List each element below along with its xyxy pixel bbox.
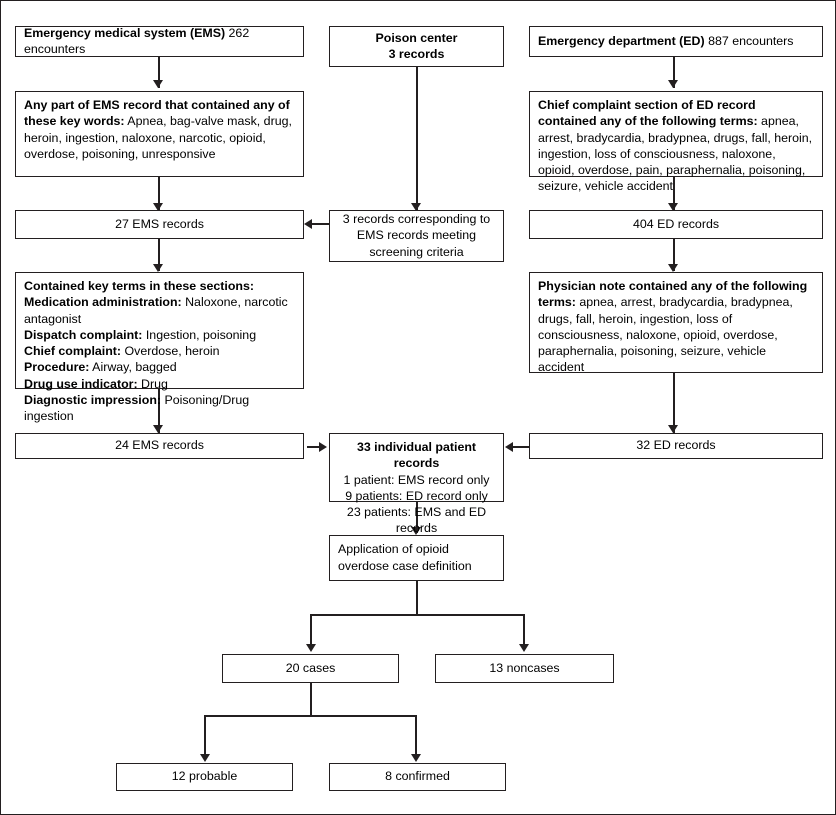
arrowhead-ed-source-to-chief [668,80,678,88]
case-definition-label: Application of opioid overdose case defi… [338,542,472,573]
ems-key-terms-row-label: Chief complaint: [24,344,122,359]
connector-cases20-down [310,683,313,716]
ems-key-terms-row: Dispatch complaint: Ingestion, poisoning [24,327,295,343]
noncases-13-label: 13 noncases [489,660,560,675]
connector-split-to-confirmed [415,715,418,759]
node-20-cases: 20 cases [222,654,399,683]
ed-source-label-rest: 887 encounters [704,33,794,48]
arrowhead-matched-to-ems27 [304,218,312,229]
poison-center-line1: Poison center [375,30,458,45]
arrowhead-ems-source-to-keywords [153,80,163,88]
ems-key-terms-row-value: Overdose, heroin [121,344,220,359]
ems-key-terms-row-value: Ingestion, poisoning [142,327,257,342]
ems-key-terms-row: Procedure: Airway, bagged [24,359,295,375]
ems-key-terms-row: Chief complaint: Overdose, heroin [24,343,295,359]
arrowhead-physician-to-ed32 [668,425,678,433]
split-bar-cases [310,614,525,617]
ems-key-terms-row-label: Diagnostic impression: [24,393,162,408]
node-ed-physician-note: Physician note contained any of the foll… [529,272,823,375]
node-ed-chief-complaint: Chief complaint section of ED record con… [529,91,823,193]
node-combined-33-records: 33 individual patient records 1 patient:… [329,433,504,535]
combined-33-row: 9 patients: ED record only [345,488,488,503]
cases-20-label: 20 cases [285,660,336,675]
arrowhead-split-to-cases20 [305,644,316,652]
node-ed-404-records: 404 ED records [529,210,823,239]
arrowhead-ems27-to-keyterms [153,264,163,272]
connector-matched-to-ems27 [311,223,329,226]
node-13-noncases: 13 noncases [435,654,614,683]
node-ems-27-records: 27 EMS records [15,210,304,239]
arrowhead-ems24-to-combined [319,441,327,452]
node-12-probable: 12 probable [116,763,293,791]
poison-center-line2: 3 records [388,47,445,61]
node-poison-matched-records: 3 records corresponding to EMS records m… [329,210,504,262]
ed-source-label-bold: Emergency department (ED) [538,33,705,48]
combined-33-row: 1 patient: EMS record only [343,472,490,487]
node-8-confirmed: 8 confirmed [329,763,506,791]
arrowhead-split-to-noncases13 [518,644,529,652]
node-ed-source: Emergency department (ED) 887 encounters [529,26,823,57]
poison-matched-records-label: 3 records corresponding to EMS records m… [342,212,491,259]
ed-chief-complaint-label-bold: Chief complaint section of ED record con… [538,98,758,129]
ems-key-terms-row-label: Dispatch complaint: [24,327,143,342]
ems-key-terms-row: Diagnostic impression: Poisoning/Drug in… [24,392,295,425]
connector-casedef-down [416,581,419,615]
combined-33-heading: 33 individual patient records [356,440,477,471]
arrowhead-keyterms-to-ems24 [153,425,163,433]
ems-key-terms-row-label: Drug use indicator: [24,376,138,391]
ems-27-records-label: 27 EMS records [115,216,204,231]
arrowhead-split-to-probable [199,754,210,762]
node-ed-32-records: 32 ED records [529,433,823,459]
connector-ed32-to-combined [512,446,529,449]
ems-key-terms-row-value: Drug [137,376,168,391]
node-ems-source: Emergency medical system (EMS) 262 encou… [15,26,304,57]
ems-key-terms-row-label: Medication administration: [24,295,182,310]
flowchart-figure: Emergency medical system (EMS) 262 encou… [0,0,836,815]
ed-32-records-label: 32 ED records [636,438,716,453]
node-ems-key-terms: Contained key terms in these sections: M… [15,272,304,423]
arrowhead-ed404-to-physician [668,264,678,272]
node-ems-24-records: 24 EMS records [15,433,304,459]
split-bar-outcomes [204,715,417,718]
confirmed-8-label: 8 confirmed [385,769,450,784]
node-case-definition: Application of opioid overdose case defi… [329,535,504,581]
ems-24-records-label: 24 EMS records [115,438,204,453]
ems-key-terms-row: Drug use indicator: Drug [24,376,295,392]
probable-12-label: 12 probable [171,769,238,784]
ems-source-label-bold: Emergency medical system (EMS) [24,25,226,40]
ems-key-terms-heading: Contained key terms in these sections: [24,279,254,293]
ems-key-terms-row-value: Airway, bagged [89,360,177,375]
ed-physician-note-label-rest: apnea, arrest, bradycardia, bradypnea, d… [538,295,793,375]
combined-33-row: 23 patients: EMS and ED records [346,505,487,536]
connector-split-to-probable [204,715,207,759]
connector-poison-to-matched [416,66,419,210]
ed-404-records-label: 404 ED records [632,216,720,231]
ems-key-terms-row: Medication administration: Naloxone, nar… [24,294,295,327]
node-poison-center: Poison center 3 records [329,26,504,67]
ems-key-terms-row-label: Procedure: [24,360,90,375]
connector-physician-to-ed32 [673,373,676,433]
arrowhead-split-to-confirmed [410,754,421,762]
node-ems-keywords: Any part of EMS record that contained an… [15,91,304,177]
arrowhead-ed32-to-combined [505,441,513,452]
